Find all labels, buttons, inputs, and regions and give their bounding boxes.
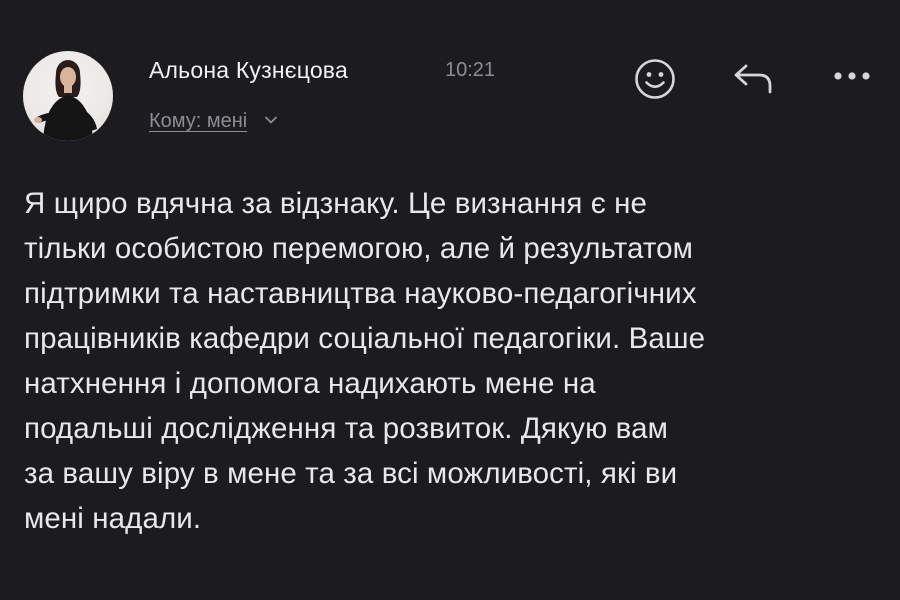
recipients-toggle[interactable]: Кому: мені [149,107,277,133]
message-time: 10:21 [445,59,496,81]
message-body-line: мені надали. [24,502,202,535]
more-dots-icon [834,72,870,80]
message-body-line: підтримки та наставництва науково-педаго… [24,277,697,310]
sender-name[interactable]: Альона Кузнєцова [149,57,348,84]
message-body-line: Я щиро вдячна за відзнаку. Це визнання є… [24,187,648,220]
reply-button[interactable] [733,62,775,96]
add-reaction-button[interactable] [634,58,676,100]
message-body-line: тільки особистою перемогою, але й резуль… [24,232,694,265]
message-body: Я щиро вдячна за відзнаку. Це визнання є… [24,181,884,541]
message-body-line: за вашу віру в мене та за всі можливості… [24,457,678,490]
recipients-label: Кому: мені [149,110,248,132]
message-body-line: подальші дослідження та розвиток. Дякую … [24,412,669,445]
sender-avatar[interactable] [23,51,113,141]
emoji-reaction-icon [635,59,675,99]
message-body-line: натхнення і допомога надихають мене на [24,367,596,400]
message-body-line: працівників кафедри соціальної педагогік… [24,322,706,355]
avatar-photo [34,60,97,141]
chevron-down-icon [264,107,277,130]
more-options-button[interactable] [832,68,872,84]
reply-arrow-icon [734,64,772,94]
